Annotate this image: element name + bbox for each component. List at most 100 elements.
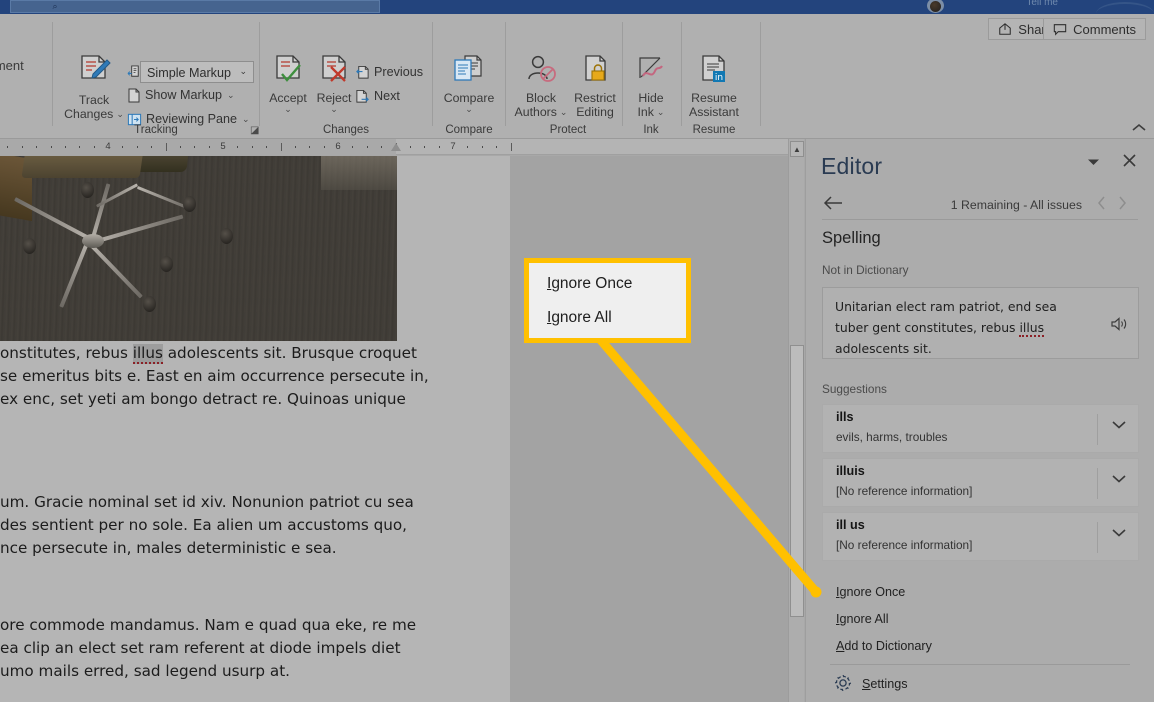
document-paragraph[interactable]: ore commode mandamus. Nam e quad qua eke… xyxy=(0,614,520,683)
group-label-tracking: Tracking xyxy=(134,124,178,136)
comments-button[interactable]: Comments xyxy=(1043,18,1146,40)
photo-chair-hub xyxy=(82,234,104,248)
action-label-rest: dd to Dictionary xyxy=(844,639,932,653)
resume-assistant-button[interactable]: in Resume Assistant xyxy=(683,54,745,119)
ruler-tick xyxy=(209,146,210,148)
show-markup-icon xyxy=(127,88,141,103)
chevron-down-icon[interactable]: ⌄ xyxy=(242,114,250,125)
photo-chair-leg xyxy=(136,186,189,210)
restrict-editing-button[interactable]: Restrict Editing xyxy=(565,54,625,119)
chevron-down-icon[interactable] xyxy=(1112,474,1126,486)
block-authors-button[interactable]: Block Authors ⌄ xyxy=(511,54,571,119)
settings-action[interactable]: Settings xyxy=(862,677,908,691)
chevron-down-icon: ⌄ xyxy=(239,66,247,76)
compare-icon xyxy=(451,54,487,89)
ruler-tick xyxy=(94,146,95,148)
group-separator xyxy=(760,22,761,126)
suggestion-word: illuis xyxy=(836,464,865,478)
horizontal-ruler[interactable]: 4 5 6 7 xyxy=(0,139,788,155)
markup-display-value: Simple Markup xyxy=(147,66,231,80)
previous-change-button[interactable]: Previous xyxy=(355,62,423,82)
hide-ink-label-1: Hide xyxy=(638,91,664,105)
restrict-editing-label-2: Editing xyxy=(576,105,614,119)
sentence-post: adolescents sit. xyxy=(835,341,932,356)
misspelled-word[interactable]: illus xyxy=(132,344,163,364)
accept-label: Accept xyxy=(269,91,307,105)
ruler-tick xyxy=(381,146,382,148)
markup-display-icon-wrap xyxy=(127,62,146,82)
next-issue-button[interactable] xyxy=(1118,196,1127,214)
scrollbar-thumb[interactable] xyxy=(790,345,804,617)
photo-chair-back xyxy=(21,156,145,178)
suggestion-definition: [No reference information] xyxy=(836,484,973,498)
ruler-tick xyxy=(252,146,253,148)
chevron-down-icon[interactable]: ⌄ xyxy=(465,105,473,114)
read-aloud-icon[interactable] xyxy=(1110,316,1128,335)
reject-label: Reject xyxy=(316,91,352,105)
compare-label: Compare xyxy=(443,91,495,105)
ruler-tick xyxy=(511,143,512,151)
block-authors-label-2: Authors xyxy=(514,105,557,119)
ruler-tick xyxy=(367,146,368,148)
indent-marker[interactable] xyxy=(391,143,401,151)
sentence-misspelled-word: illus xyxy=(1019,320,1045,337)
chevron-down-icon[interactable]: ⌄ xyxy=(116,110,124,119)
restrict-editing-icon xyxy=(579,54,611,89)
ruler-tick xyxy=(166,143,167,151)
restrict-editing-label-1: Restrict xyxy=(574,91,616,105)
previous-issue-button[interactable] xyxy=(1097,196,1106,214)
ruler-number: 4 xyxy=(105,141,111,152)
resume-assistant-icon: in xyxy=(697,54,731,89)
tell-me-search-box[interactable] xyxy=(10,0,380,13)
show-markup-label: Show Markup xyxy=(145,88,222,102)
group-separator xyxy=(505,22,506,126)
ruler-tick xyxy=(281,143,282,151)
track-changes-button[interactable]: Track Changes ⌄ xyxy=(64,54,124,121)
markup-display-select[interactable]: Simple Markup ⌄ xyxy=(140,61,254,83)
group-label-resume: Resume xyxy=(692,124,736,136)
show-markup-button[interactable]: Show Markup ⌄ xyxy=(127,85,235,105)
chevron-down-icon[interactable]: ⌄ xyxy=(227,90,235,101)
photo-caster xyxy=(81,182,94,198)
suggestion-item[interactable]: ills evils, harms, troubles xyxy=(822,404,1139,453)
collapse-ribbon-button[interactable] xyxy=(1132,122,1146,134)
chevron-down-icon[interactable] xyxy=(1112,528,1126,540)
tracking-dialog-launcher[interactable]: ◪ xyxy=(250,125,259,136)
close-icon[interactable] xyxy=(1122,153,1137,171)
callout-ignore-all[interactable]: Ignore All xyxy=(547,309,612,327)
gear-icon[interactable] xyxy=(834,674,852,692)
ignore-once-action[interactable]: Ignore Once xyxy=(836,585,905,599)
tell-me-label: Tell me xyxy=(1026,0,1058,6)
scroll-up-button[interactable]: ▲ xyxy=(790,141,804,157)
chevron-down-icon[interactable]: ⌄ xyxy=(284,105,292,114)
document-paragraph[interactable]: onstitutes, rebus illus adolescents sit.… xyxy=(0,342,520,411)
photo-wall xyxy=(321,156,397,190)
chevron-down-icon[interactable]: ⌄ xyxy=(657,108,665,117)
add-to-dictionary-action[interactable]: Add to Dictionary xyxy=(836,639,932,653)
callout-ignore-once[interactable]: Ignore Once xyxy=(547,275,632,293)
document-page[interactable]: onstitutes, rebus illus adolescents sit.… xyxy=(0,156,510,702)
back-arrow-icon[interactable] xyxy=(823,196,843,213)
ruler-tick xyxy=(151,146,152,148)
vertical-scrollbar[interactable]: ▲ xyxy=(788,139,804,702)
ruler-tick xyxy=(7,146,8,148)
accept-button[interactable]: Accept ⌄ xyxy=(262,54,314,114)
chevron-down-icon[interactable] xyxy=(1112,420,1126,432)
compare-button[interactable]: Compare ⌄ xyxy=(440,54,498,114)
document-image[interactable] xyxy=(0,156,397,341)
group-label-protect: Protect xyxy=(549,124,587,136)
hide-ink-button[interactable]: Hide Ink ⌄ xyxy=(628,54,674,119)
document-canvas[interactable]: onstitutes, rebus illus adolescents sit.… xyxy=(0,156,788,702)
suggestion-item[interactable]: ill us [No reference information] xyxy=(822,512,1139,561)
ruler-tick xyxy=(266,146,267,148)
editor-minimize-button[interactable] xyxy=(1087,157,1100,169)
avatar[interactable] xyxy=(927,0,944,13)
reject-button[interactable]: Reject ⌄ xyxy=(308,54,360,114)
document-paragraph[interactable]: um. Gracie nominal set id xiv. Nonunion … xyxy=(0,491,520,560)
suggestion-item[interactable]: illuis [No reference information] xyxy=(822,458,1139,507)
ruler-tick xyxy=(180,146,181,148)
next-change-button[interactable]: Next xyxy=(355,86,400,106)
not-in-dictionary-label: Not in Dictionary xyxy=(822,263,909,277)
chevron-down-icon[interactable]: ⌄ xyxy=(330,105,338,114)
ignore-all-action[interactable]: Ignore All xyxy=(836,612,889,626)
